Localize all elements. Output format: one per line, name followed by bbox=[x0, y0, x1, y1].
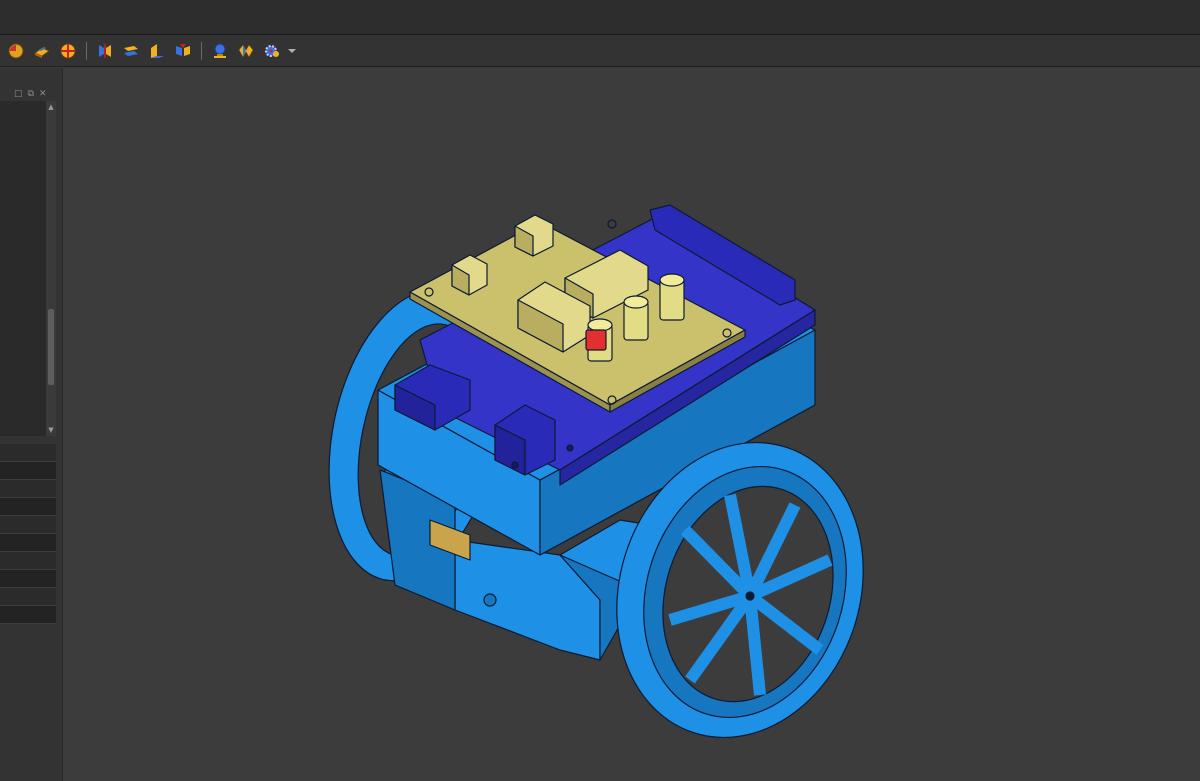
feature-tree[interactable] bbox=[0, 101, 46, 436]
scrollbar-thumb[interactable] bbox=[48, 309, 54, 385]
property-row[interactable] bbox=[0, 516, 56, 534]
dropdown-arrow-icon bbox=[288, 48, 296, 53]
view-toolbar bbox=[0, 35, 1200, 67]
menu-bar bbox=[0, 0, 1200, 35]
panel-close-icon[interactable]: ✕ bbox=[39, 89, 47, 99]
panel-minimize-icon[interactable]: □ bbox=[14, 89, 23, 99]
status-led[interactable] bbox=[585, 329, 607, 351]
appearance-button[interactable] bbox=[236, 41, 256, 61]
section-view-button[interactable] bbox=[95, 41, 115, 61]
plane-button[interactable] bbox=[121, 41, 141, 61]
gear-settings-icon bbox=[265, 44, 279, 57]
render-sphere-button[interactable] bbox=[58, 41, 78, 61]
property-row[interactable] bbox=[0, 498, 56, 516]
mirror-plane-button[interactable] bbox=[147, 41, 167, 61]
camera-view-button[interactable] bbox=[210, 41, 230, 61]
shaded-box-icon bbox=[34, 46, 50, 58]
appearance-icon bbox=[238, 43, 254, 58]
toolbar-separator bbox=[86, 41, 87, 60]
feature-tree-panel: □ ⧉ ✕ ▲ ▼ bbox=[0, 68, 63, 781]
property-grid bbox=[0, 444, 56, 624]
split-view-icon bbox=[176, 43, 190, 56]
tree-scrollbar[interactable]: ▲ ▼ bbox=[46, 101, 56, 436]
property-row[interactable] bbox=[0, 606, 56, 624]
shaded-sphere-button[interactable] bbox=[6, 41, 26, 61]
property-row[interactable] bbox=[0, 534, 56, 552]
section-view-icon bbox=[99, 43, 111, 58]
3d-viewport[interactable] bbox=[63, 68, 1200, 781]
panel-restore-icon[interactable]: ⧉ bbox=[28, 89, 34, 99]
robot-model[interactable] bbox=[63, 68, 1200, 781]
split-view-button[interactable] bbox=[173, 41, 193, 61]
panel-controls: □ ⧉ ✕ bbox=[14, 88, 58, 100]
property-row[interactable] bbox=[0, 480, 56, 498]
camera-view-icon bbox=[214, 43, 226, 58]
plane-icon bbox=[124, 45, 138, 56]
render-sphere-icon bbox=[60, 43, 76, 58]
property-row[interactable] bbox=[0, 570, 56, 588]
mirror-plane-icon bbox=[151, 43, 164, 58]
toolbar-dropdown[interactable] bbox=[288, 41, 296, 61]
property-row[interactable] bbox=[0, 462, 56, 480]
scroll-up-icon[interactable]: ▲ bbox=[47, 103, 55, 111]
shaded-sphere-icon bbox=[8, 43, 24, 58]
property-row[interactable] bbox=[0, 444, 56, 462]
toolbar-separator bbox=[201, 41, 202, 60]
scroll-down-icon[interactable]: ▼ bbox=[47, 426, 55, 434]
property-row[interactable] bbox=[0, 552, 56, 570]
shaded-box-button[interactable] bbox=[32, 41, 52, 61]
property-row[interactable] bbox=[0, 588, 56, 606]
gear-settings-button[interactable] bbox=[262, 41, 282, 61]
